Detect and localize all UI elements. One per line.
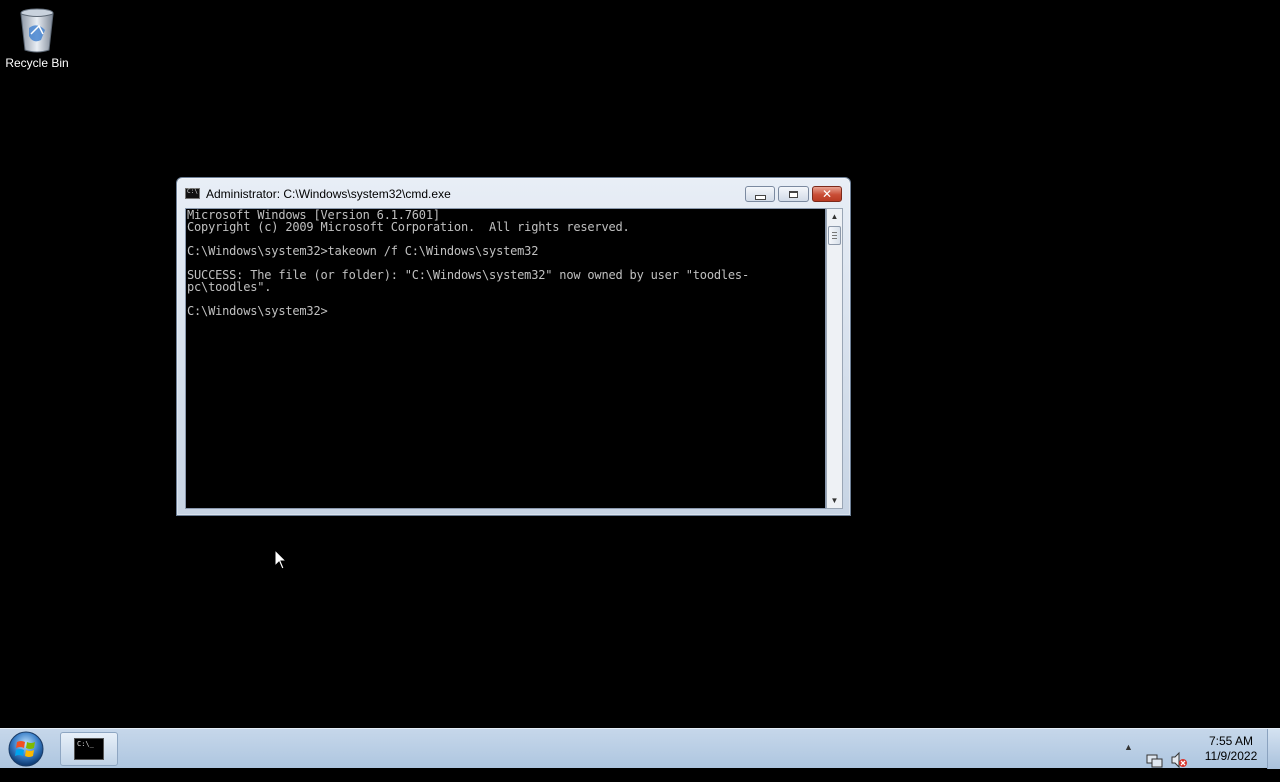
close-button[interactable]: ✕ bbox=[812, 186, 842, 202]
mouse-pointer-icon bbox=[274, 549, 288, 570]
taskbar: C:\_ ▲ 7:55 AM 11/9/2022 bbox=[0, 728, 1280, 769]
window-title: Administrator: C:\Windows\system32\cmd.e… bbox=[206, 187, 451, 201]
show-hidden-icons-chevron-icon[interactable]: ▲ bbox=[1124, 742, 1133, 782]
console-text: Microsoft Windows [Version 6.1.7601] Cop… bbox=[187, 208, 749, 318]
command-prompt-icon: C:\_ bbox=[74, 738, 104, 760]
minimize-icon bbox=[754, 194, 766, 200]
console-output-area[interactable]: Microsoft Windows [Version 6.1.7601] Cop… bbox=[185, 208, 826, 509]
cmd-title-icon-text: C:\ bbox=[187, 188, 198, 195]
windows-start-icon bbox=[8, 731, 44, 767]
close-icon: ✕ bbox=[821, 187, 833, 201]
start-button[interactable] bbox=[6, 730, 46, 768]
scroll-up-arrow-icon[interactable]: ▲ bbox=[827, 209, 842, 224]
recycle-bin-icon bbox=[20, 8, 54, 53]
system-clock[interactable]: 7:55 AM 11/9/2022 bbox=[1196, 734, 1266, 764]
network-icon[interactable] bbox=[1146, 741, 1164, 781]
cmd-title-icon[interactable]: C:\ bbox=[185, 188, 200, 199]
clock-date: 11/9/2022 bbox=[1204, 749, 1258, 763]
title-bar[interactable]: C:\ Administrator: C:\Windows\system32\c… bbox=[177, 178, 850, 208]
clock-time: 7:55 AM bbox=[1208, 734, 1254, 748]
maximize-icon bbox=[789, 190, 798, 198]
show-desktop-button[interactable] bbox=[1267, 729, 1280, 769]
cmd-window[interactable]: C:\ Administrator: C:\Windows\system32\c… bbox=[176, 177, 851, 516]
desktop-icon-recycle-bin[interactable]: Recycle Bin bbox=[4, 6, 70, 70]
taskbar-item-cmd[interactable]: C:\_ bbox=[60, 732, 118, 766]
maximize-button[interactable] bbox=[778, 186, 809, 202]
scroll-down-arrow-icon[interactable]: ▼ bbox=[827, 493, 842, 508]
minimize-button[interactable] bbox=[745, 186, 775, 202]
command-prompt-icon-text: C:\_ bbox=[77, 740, 94, 748]
recycle-bin-label: Recycle Bin bbox=[5, 56, 69, 70]
vertical-scrollbar[interactable]: ▲ ▼ bbox=[826, 208, 843, 509]
scrollbar-thumb[interactable] bbox=[828, 226, 841, 245]
volume-muted-icon[interactable] bbox=[1170, 740, 1188, 780]
desktop: Recycle Bin C:\ Administrator: C:\Window… bbox=[0, 0, 1280, 728]
